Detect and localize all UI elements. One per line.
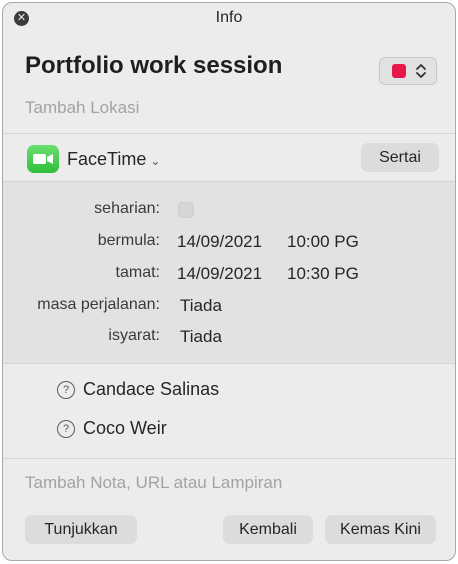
event-details-panel: seharian: bermula: 14/09/2021 10:00 PG t… (3, 182, 455, 363)
start-row: bermula: 14/09/2021 10:00 PG (3, 232, 455, 256)
all-day-label: seharian: (94, 200, 160, 217)
end-date[interactable]: 14/09/2021 (177, 264, 262, 284)
start-time[interactable]: 10:00 PG (287, 232, 359, 252)
end-row: tamat: 14/09/2021 10:30 PG (3, 264, 455, 288)
divider (3, 133, 455, 134)
alert-row: isyarat: Tiada (3, 327, 455, 351)
end-label: tamat: (115, 264, 160, 281)
notes-field[interactable]: Tambah Nota, URL atau Lampiran (25, 473, 282, 493)
divider (3, 363, 455, 364)
invitee-item[interactable]: ? Candace Salinas (57, 379, 219, 403)
revert-button[interactable]: Kembali (223, 515, 313, 544)
calendar-color-picker[interactable] (379, 57, 437, 85)
join-button[interactable]: Sertai (361, 143, 439, 172)
alert-label: isyarat: (108, 327, 160, 344)
up-down-chevron-icon (416, 64, 426, 78)
chevron-down-icon: ⌄ (150, 154, 161, 168)
end-time[interactable]: 10:30 PG (287, 264, 359, 284)
question-circle-icon: ? (57, 420, 75, 438)
invitee-name: Coco Weir (83, 418, 167, 438)
invitee-name: Candace Salinas (83, 379, 220, 399)
event-info-window: ✕ Info Portfolio work session Tambah Lok… (2, 2, 456, 561)
invitee-item[interactable]: ? Coco Weir (57, 418, 167, 442)
divider (3, 458, 455, 459)
event-title[interactable]: Portfolio work session (25, 52, 282, 80)
all-day-checkbox[interactable] (178, 202, 194, 218)
travel-time-value[interactable]: Tiada (180, 296, 222, 316)
start-label: bermula: (97, 232, 160, 249)
all-day-row: seharian: (3, 200, 455, 224)
calendar-color-swatch (392, 64, 406, 78)
travel-time-label: masa perjalanan: (37, 296, 160, 313)
facetime-icon (27, 145, 59, 173)
alert-value[interactable]: Tiada (180, 327, 222, 347)
location-field[interactable]: Tambah Lokasi (25, 98, 139, 118)
show-button[interactable]: Tunjukkan (25, 515, 137, 544)
start-date[interactable]: 14/09/2021 (177, 232, 262, 252)
window-title: Info (215, 9, 243, 26)
conference-app-dropdown[interactable]: FaceTime ⌄ (67, 149, 160, 170)
travel-time-row: masa perjalanan: Tiada (3, 296, 455, 320)
update-button[interactable]: Kemas Kini (325, 515, 436, 544)
title-bar: ✕ Info (3, 3, 455, 33)
conference-app-label: FaceTime (67, 149, 147, 169)
question-circle-icon: ? (57, 381, 75, 399)
